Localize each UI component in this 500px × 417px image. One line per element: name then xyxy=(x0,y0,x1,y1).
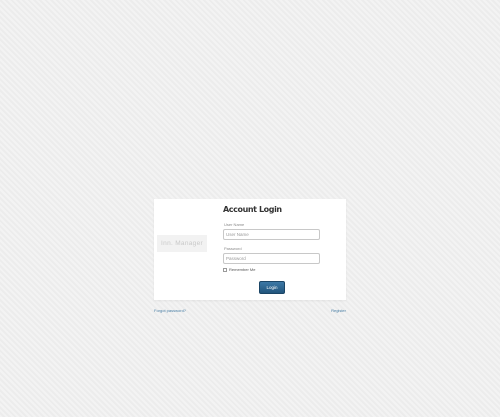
forgot-password-link[interactable]: Forgot password? xyxy=(154,308,186,313)
password-input[interactable] xyxy=(223,253,320,264)
login-button[interactable]: Login xyxy=(259,281,285,294)
remember-me-label: Remember Me xyxy=(229,267,256,272)
password-label: Password xyxy=(224,246,242,251)
login-panel: Inn. Manager Account Login User Name Pas… xyxy=(154,199,346,300)
brand-logo: Inn. Manager xyxy=(157,235,207,252)
username-label: User Name xyxy=(224,222,245,227)
login-title: Account Login xyxy=(223,205,282,214)
username-input[interactable] xyxy=(223,229,320,240)
remember-me-checkbox[interactable] xyxy=(223,267,227,272)
register-link[interactable]: Register xyxy=(331,308,346,313)
remember-me-row[interactable]: Remember Me xyxy=(223,267,255,272)
